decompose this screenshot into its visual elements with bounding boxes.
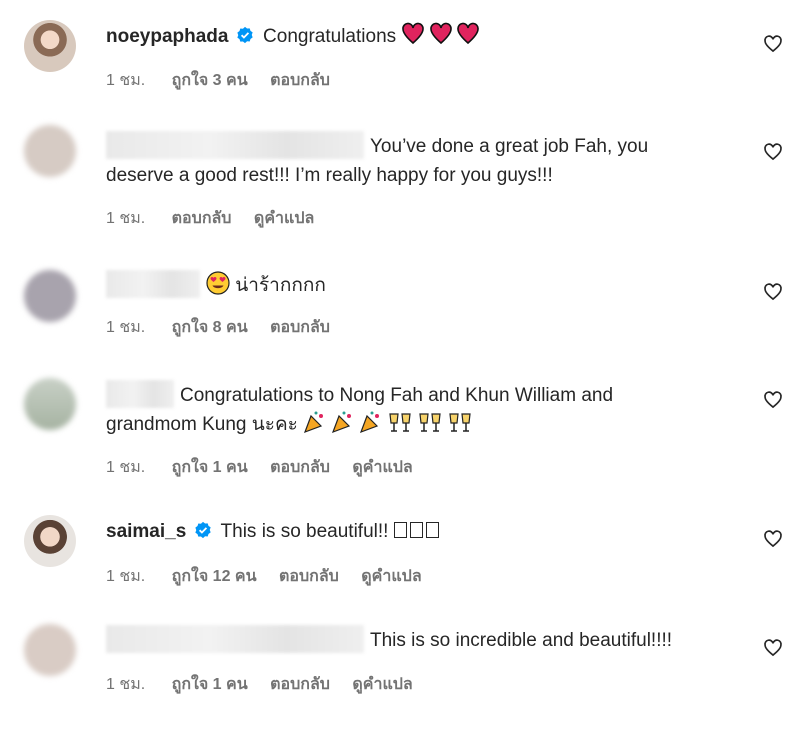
heart-eyes-emoji [206,271,230,304]
reply-button[interactable]: ตอบกลับ [270,319,330,336]
heart-outline-icon[interactable] [763,529,783,549]
comment-meta: 1 ชม. ถูกใจ 8 คน ตอบกลับ [106,315,348,340]
comment-text: This is so beautiful!! [220,521,389,542]
see-translation-button[interactable]: ดูคำแปล [361,568,421,585]
avatar[interactable] [24,515,76,567]
clinking-glasses-emoji [387,410,477,443]
comment-username[interactable]: saimai_s [106,521,186,542]
comment-meta: 1 ชม. ถูกใจ 12 คน ตอบกลับ ดูคำแปล [106,564,440,589]
verified-badge-icon [237,26,253,44]
reply-button[interactable]: ตอบกลับ [270,676,330,693]
heart-outline-icon[interactable] [763,34,783,54]
comment-time: 1 ชม. [106,459,146,476]
comment-body: saimai_s This is so beautiful!! [106,517,730,546]
blurred-username[interactable] [106,131,364,159]
comment-text-line2: grandmom Kung นะคะ [106,414,298,435]
heart-outline-icon[interactable] [763,390,783,410]
comment-body: น่าร้ากกกก [106,270,730,304]
comment-time: 1 ชม. [106,319,146,336]
comment-meta: 1 ชม. ตอบกลับ ดูคำแปล [106,206,332,231]
likes-count[interactable]: ถูกใจ 1 คน [172,676,248,693]
likes-count[interactable]: ถูกใจ 8 คน [172,319,248,336]
blurred-username[interactable] [106,625,364,653]
reply-button[interactable]: ตอบกลับ [279,568,339,585]
comment-meta: 1 ชม. ถูกใจ 3 คน ตอบกลับ [106,68,348,93]
comment-text: น่าร้ากกกก [235,275,326,296]
avatar[interactable] [24,624,76,676]
avatar[interactable] [24,270,76,322]
comment-meta: 1 ชม. ถูกใจ 1 คน ตอบกลับ ดูคำแปล [106,672,431,697]
comment-time: 1 ชม. [106,210,146,227]
comment-body: noeypaphada Congratulations [106,22,730,55]
comment-text-line2: deserve a good rest!!! I’m really happy … [106,165,553,186]
comment-body: You’ve done a great job Fah, you deserve… [106,131,730,190]
reply-button[interactable]: ตอบกลับ [172,210,232,227]
comment-meta: 1 ชม. ถูกใจ 1 คน ตอบกลับ ดูคำแปล [106,455,431,480]
blurred-username[interactable] [106,380,174,408]
likes-count[interactable]: ถูกใจ 3 คน [172,72,248,89]
unsupported-emoji-glyphs [393,521,442,542]
comment-time: 1 ชม. [106,72,146,89]
avatar[interactable] [24,125,76,177]
comment-text: Congratulations [263,26,397,47]
see-translation-button[interactable]: ดูคำแปล [352,459,412,476]
likes-count[interactable]: ถูกใจ 1 คน [172,459,248,476]
heart-outline-icon[interactable] [763,142,783,162]
comment-body: Congratulations to Nong Fah and Khun Wil… [106,380,730,443]
comment-text: You’ve done a great job Fah, you [370,136,649,157]
comment-username[interactable]: noeypaphada [106,26,228,47]
comment-time: 1 ชม. [106,568,146,585]
blurred-username[interactable] [106,270,200,298]
avatar[interactable] [24,20,76,72]
see-translation-button[interactable]: ดูคำแปล [352,676,412,693]
see-translation-button[interactable]: ดูคำแปล [254,210,314,227]
red-heart-emoji [401,22,480,55]
avatar[interactable] [24,378,76,430]
party-popper-emoji [303,410,387,443]
comment-time: 1 ชม. [106,676,146,693]
comment-text: Congratulations to Nong Fah and Khun Wil… [180,385,614,406]
likes-count[interactable]: ถูกใจ 12 คน [172,568,257,585]
reply-button[interactable]: ตอบกลับ [270,459,330,476]
comment-text: This is so incredible and beautiful!!!! [370,630,673,651]
verified-badge-icon [194,521,211,539]
heart-outline-icon[interactable] [763,282,783,302]
reply-button[interactable]: ตอบกลับ [270,72,330,89]
heart-outline-icon[interactable] [763,638,783,658]
comment-body: This is so incredible and beautiful!!!! [106,625,730,655]
